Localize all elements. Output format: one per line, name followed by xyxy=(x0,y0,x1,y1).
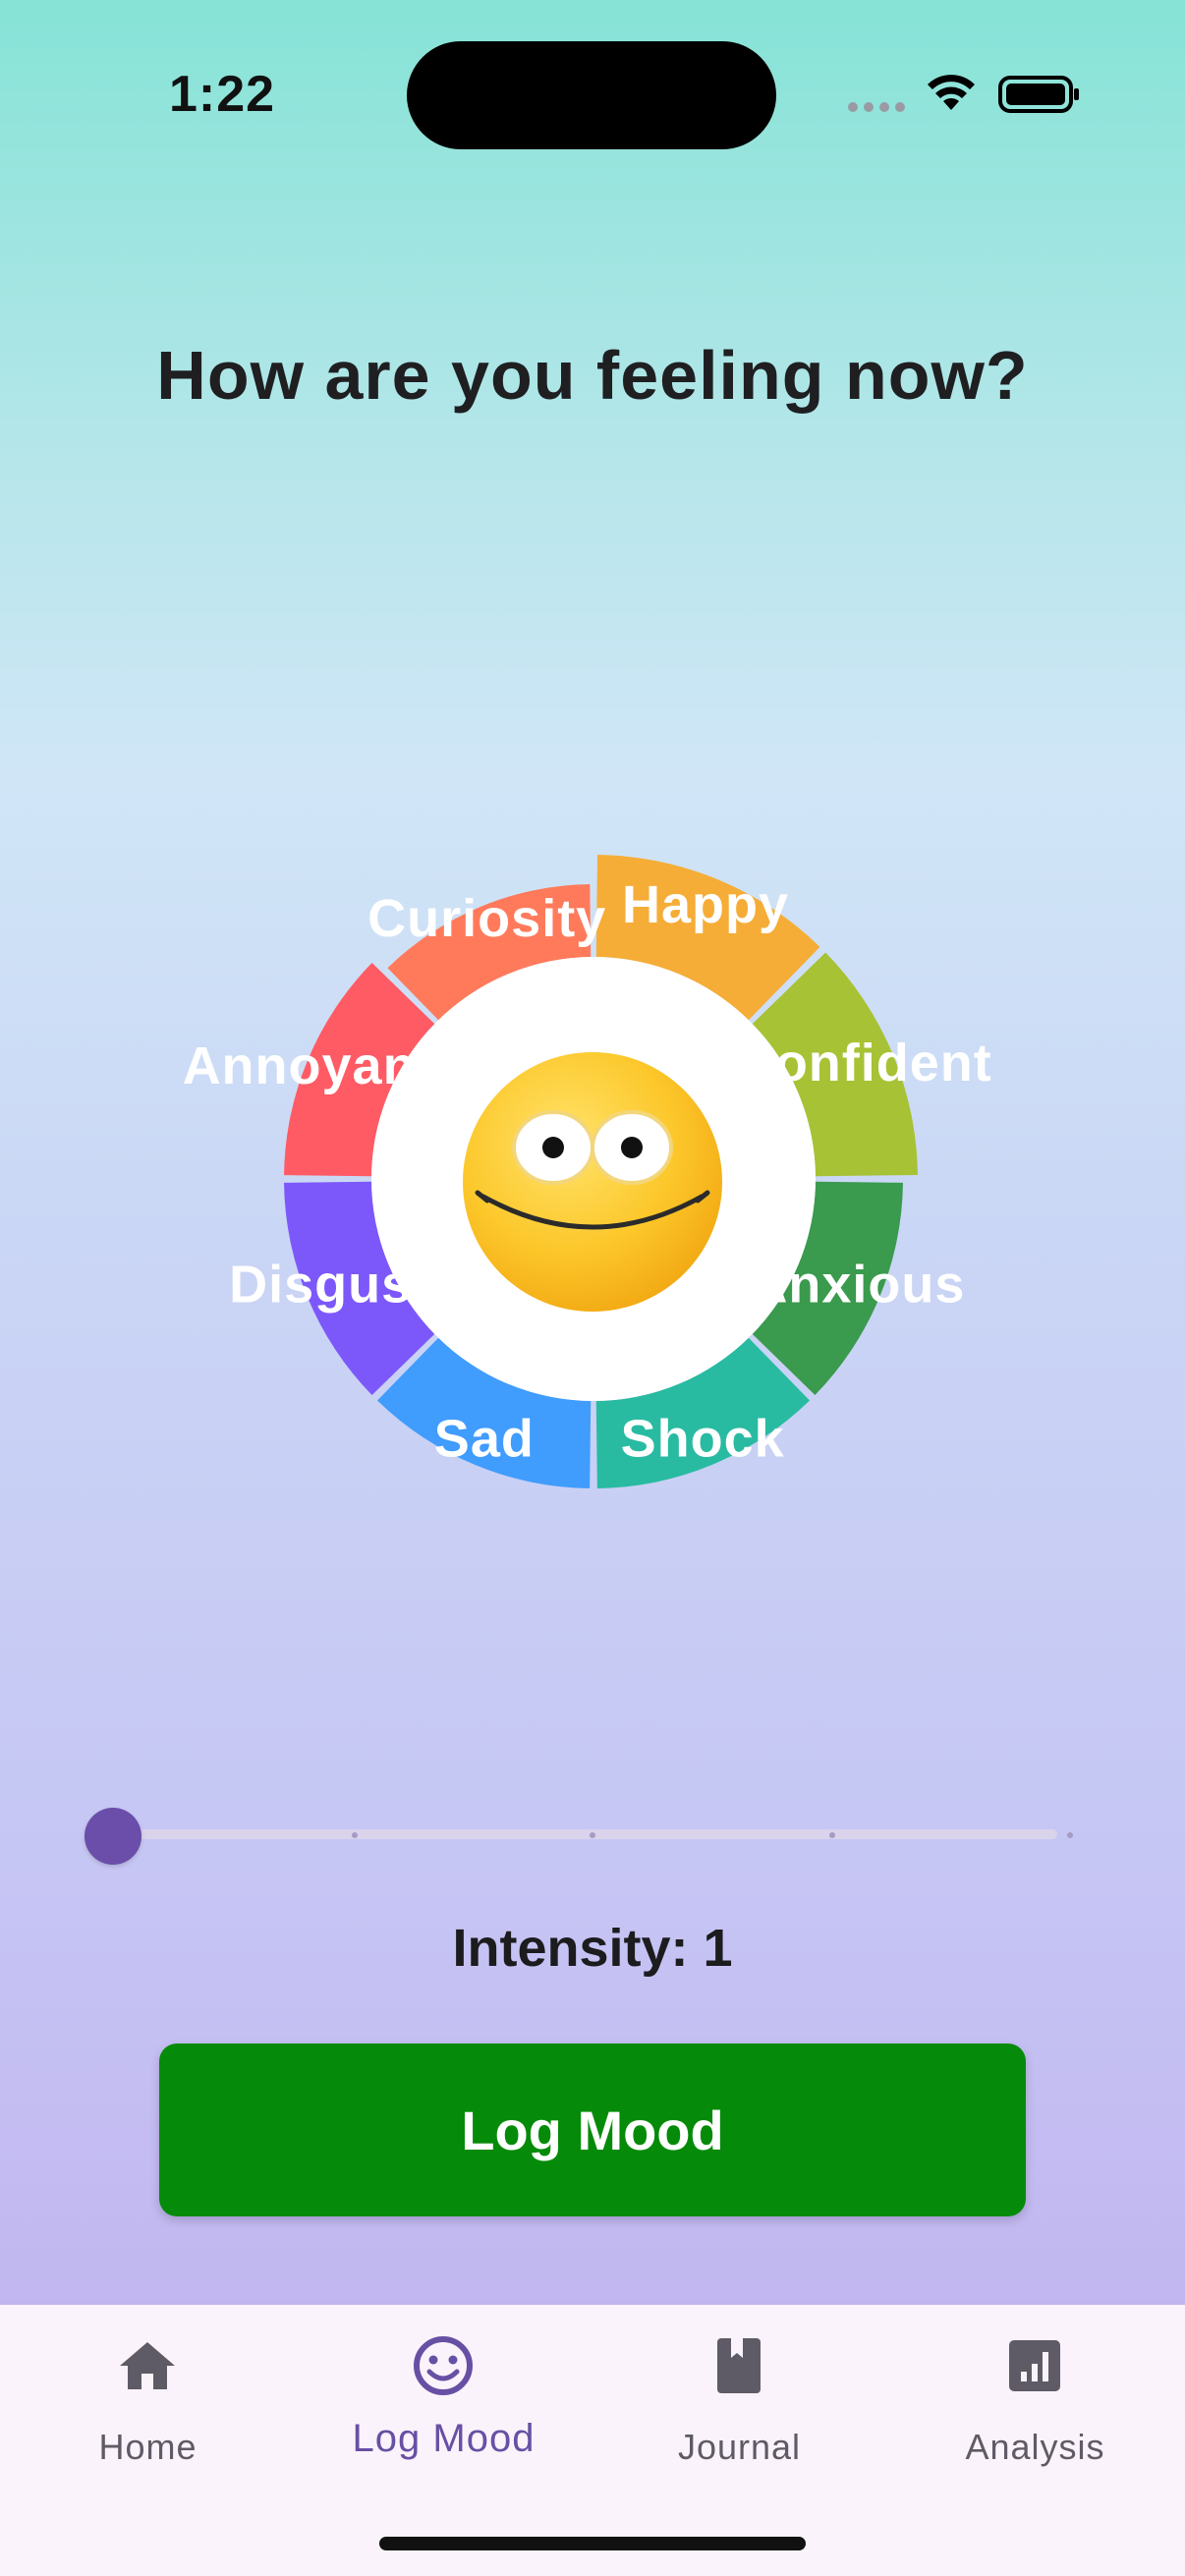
bottom-navigation: Home Log Mood Journal Analysis xyxy=(0,2305,1185,2576)
wheel-label-curiosity: Curiosity xyxy=(367,889,606,948)
analytics-icon xyxy=(1009,2340,1060,2391)
smiley-icon xyxy=(414,2336,473,2395)
home-icon xyxy=(120,2342,175,2389)
book-icon xyxy=(717,2338,761,2393)
nav-label-log-mood: Log Mood xyxy=(352,2417,536,2460)
slider-tick xyxy=(352,1832,358,1838)
nav-label-home: Home xyxy=(98,2427,198,2467)
nav-label-journal: Journal xyxy=(677,2427,802,2467)
wheel-label-shock: Shock xyxy=(621,1410,785,1469)
smiling-face-emoji-icon xyxy=(463,1052,722,1312)
slider-tick xyxy=(590,1832,595,1838)
nav-item-analysis[interactable]: Analysis xyxy=(887,2305,1183,2501)
page-title: How are you feeling now? xyxy=(156,337,1029,414)
dynamic-island xyxy=(407,41,776,149)
intensity-label: Intensity: 1 xyxy=(452,1919,733,1978)
wheel-label-happy: Happy xyxy=(622,875,789,934)
status-bar: 1:22 xyxy=(0,0,1185,196)
slider-thumb[interactable] xyxy=(85,1808,141,1865)
nav-item-home[interactable]: Home xyxy=(0,2305,296,2501)
home-indicator xyxy=(379,2537,806,2550)
signal-icon xyxy=(848,102,905,112)
intensity-slider[interactable] xyxy=(85,1808,1077,1865)
status-time: 1:22 xyxy=(169,66,276,123)
nav-label-analysis: Analysis xyxy=(965,2427,1105,2467)
nav-item-journal[interactable]: Journal xyxy=(592,2305,887,2501)
log-mood-button[interactable]: Log Mood xyxy=(159,2044,1026,2216)
nav-item-log-mood[interactable]: Log Mood xyxy=(296,2305,592,2501)
battery-icon xyxy=(998,76,1079,113)
slider-track[interactable] xyxy=(114,1829,1057,1839)
slider-tick xyxy=(1067,1832,1073,1838)
wheel-label-sad: Sad xyxy=(434,1410,535,1469)
wifi-icon xyxy=(928,75,975,110)
slider-tick xyxy=(829,1832,835,1838)
